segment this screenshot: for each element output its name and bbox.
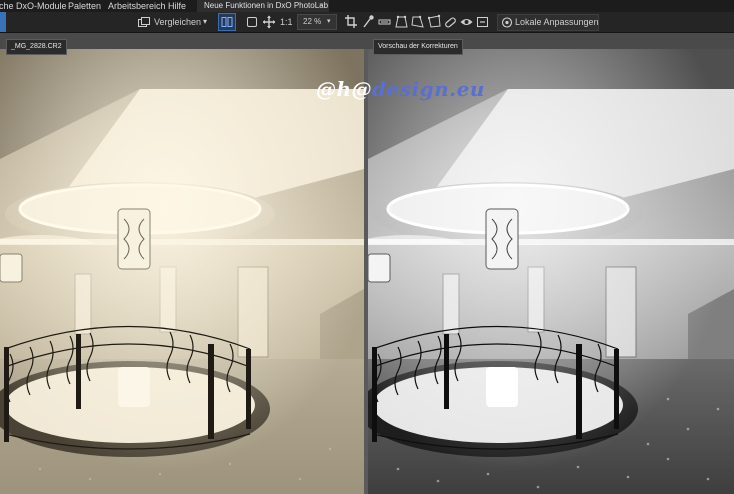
crop-icon bbox=[345, 15, 357, 28]
fit-screen-button[interactable] bbox=[246, 14, 258, 30]
menu-bar: che DxO-Module Paletten Arbeitsbereich H… bbox=[0, 0, 734, 12]
zoom-select[interactable]: 22 % ▾ bbox=[297, 14, 337, 30]
fit-screen-icon bbox=[247, 17, 257, 27]
perspective-rect-icon bbox=[411, 15, 424, 28]
red-eye-tool-button[interactable] bbox=[460, 14, 473, 30]
perspective-eight-point-icon bbox=[428, 14, 441, 28]
perspective-tool-button[interactable] bbox=[395, 14, 408, 30]
watermark-tool-button[interactable] bbox=[476, 14, 489, 30]
repair-tool-button[interactable] bbox=[444, 14, 457, 30]
corrected-image-pane[interactable] bbox=[368, 49, 734, 494]
zoom-caret-icon: ▾ bbox=[327, 18, 331, 25]
bandage-icon bbox=[445, 17, 456, 28]
local-adjustments-icon bbox=[501, 17, 513, 28]
original-image-label: _MG_2828.CR2 bbox=[6, 39, 67, 55]
menu-item-workspace[interactable]: Arbeitsbereich bbox=[108, 0, 166, 12]
zoom-one-to-one-button[interactable]: 1:1 bbox=[280, 14, 293, 30]
eye-icon bbox=[460, 19, 473, 25]
watermark-suffix: design.eu bbox=[372, 77, 485, 101]
watermark-icon bbox=[477, 17, 488, 27]
compare-icon bbox=[138, 17, 150, 27]
menu-item-dxo-modules[interactable]: che DxO-Module bbox=[0, 0, 67, 12]
perspective-8pt-tool-button[interactable] bbox=[428, 14, 441, 30]
watermark-text: @h@design.eu bbox=[316, 77, 485, 101]
eyedropper-icon bbox=[363, 15, 374, 28]
compare-label: Vergleichen bbox=[154, 17, 202, 27]
local-adjustments-label: Lokale Anpassungen bbox=[515, 17, 599, 27]
corrected-photo bbox=[368, 49, 734, 494]
tab-close-icon[interactable]: × bbox=[319, 0, 324, 12]
move-icon bbox=[263, 15, 275, 29]
original-image-pane[interactable] bbox=[0, 49, 364, 494]
split-view-button[interactable] bbox=[218, 13, 236, 31]
eyedropper-tool-button[interactable] bbox=[362, 14, 374, 30]
original-photo bbox=[0, 49, 364, 494]
menu-item-help[interactable]: Hilfe bbox=[168, 0, 186, 12]
horizon-tool-button[interactable] bbox=[378, 14, 391, 30]
zoom-value: 22 % bbox=[303, 17, 322, 26]
toolbar: Vergleichen ▾ 1:1 22 % ▾ Lokale Anpassun… bbox=[0, 12, 734, 33]
pan-button[interactable] bbox=[263, 14, 275, 30]
split-view-icon bbox=[221, 17, 233, 27]
tab-new-features-label: Neue Funktionen in DxO PhotoLab bbox=[204, 1, 329, 10]
compare-dropdown-icon[interactable]: ▾ bbox=[203, 14, 207, 30]
tab-new-features[interactable]: Neue Funktionen in DxO PhotoLab × bbox=[197, 0, 329, 12]
horizon-icon bbox=[378, 19, 391, 25]
perspective-icon bbox=[395, 15, 408, 28]
local-adjustments-button[interactable]: Lokale Anpassungen bbox=[497, 14, 599, 31]
watermark-prefix: @h@ bbox=[316, 77, 373, 101]
corrected-preview-label: Vorschau der Korrekturen bbox=[373, 39, 463, 55]
perspective-rect-tool-button[interactable] bbox=[411, 14, 424, 30]
side-panel-edge bbox=[0, 12, 6, 32]
menu-item-palettes[interactable]: Paletten bbox=[68, 0, 101, 12]
crop-tool-button[interactable] bbox=[345, 14, 357, 30]
